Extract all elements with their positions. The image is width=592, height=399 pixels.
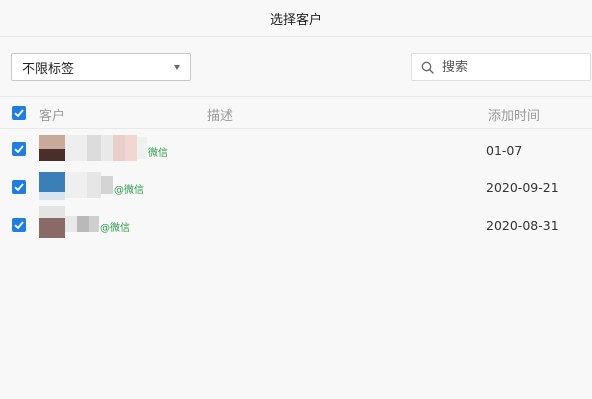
checkmark-icon bbox=[14, 183, 24, 192]
tag-filter-dropdown[interactable]: 不限标签 bbox=[11, 53, 191, 81]
added-date: 2020-09-21 bbox=[486, 180, 559, 195]
table-header: 客户 描述 添加时间 bbox=[0, 96, 592, 129]
added-date: 2020-08-31 bbox=[486, 218, 559, 233]
checkmark-icon bbox=[14, 145, 24, 154]
wechat-source-label: 微信 bbox=[148, 148, 168, 159]
table-row[interactable]: @微信 2020-09-21 bbox=[0, 168, 592, 206]
added-date: 01-07 bbox=[486, 143, 523, 158]
wechat-source-label: @微信 bbox=[114, 185, 144, 196]
table-row[interactable]: 微信 01-07 bbox=[0, 131, 592, 169]
row-checkbox[interactable] bbox=[12, 142, 26, 156]
header-added-time: 添加时间 bbox=[488, 109, 541, 124]
tag-filter-value: 不限标签 bbox=[22, 61, 75, 77]
search-input[interactable] bbox=[442, 59, 582, 75]
row-checkbox[interactable] bbox=[12, 180, 26, 194]
checkmark-icon bbox=[14, 109, 24, 118]
wechat-source-label: @微信 bbox=[100, 223, 130, 234]
search-icon bbox=[421, 61, 434, 74]
row-checkbox[interactable] bbox=[12, 218, 26, 232]
select-all-checkbox[interactable] bbox=[12, 106, 26, 120]
header-description: 描述 bbox=[207, 109, 234, 124]
checkmark-icon bbox=[14, 221, 24, 230]
dialog-title: 选择客户 bbox=[0, 0, 592, 37]
search-box[interactable] bbox=[411, 53, 591, 81]
header-customer: 客户 bbox=[39, 109, 66, 124]
table-row[interactable]: @微信 2020-08-31 bbox=[0, 206, 592, 244]
caret-down-icon bbox=[174, 65, 180, 70]
